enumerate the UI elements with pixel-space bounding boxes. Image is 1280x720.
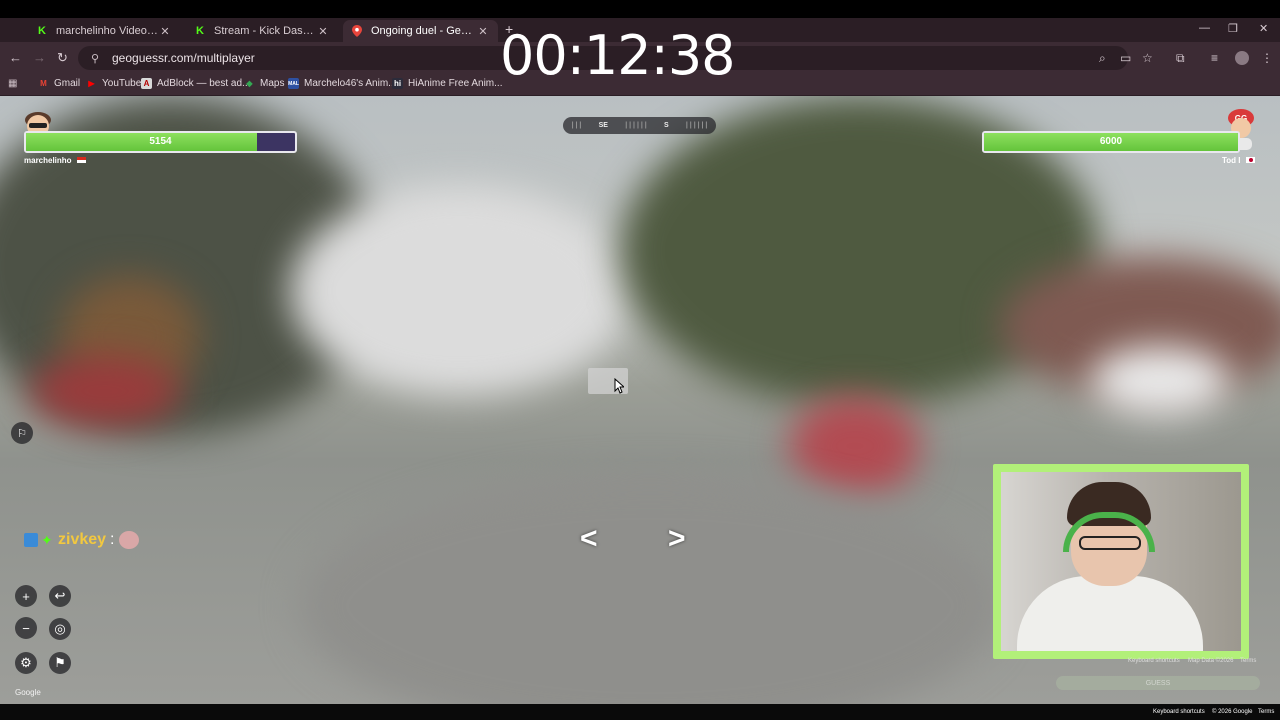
undo-move-button[interactable]: ↩ [49,585,71,607]
player-right-health-bar: 6000 [982,131,1240,153]
tab-title: Ongoing duel - GeoGuessr [371,25,476,37]
road-surface [300,476,1000,704]
nav-arrow-left[interactable]: < [580,522,598,556]
bookmark-star-icon[interactable]: ☆ [1142,51,1153,65]
close-tab-icon[interactable]: ✕ [476,25,490,38]
mal-icon: MAL [288,78,299,89]
webcam-overlay [993,464,1249,659]
red-car-road [790,396,920,496]
tab-title: Stream - Kick Dashboard [214,25,316,37]
gmail-icon: M [40,79,47,88]
close-tab-icon[interactable]: ✕ [316,25,330,38]
player-left-health-bar: 5154 [24,131,297,153]
player-right-name-text: Tod I [1222,156,1241,165]
tab-geoguessr[interactable]: Ongoing duel - GeoGuessr ✕ [343,20,498,42]
compass-se: SE [598,122,608,129]
chat-separator: : [110,531,115,548]
chat-emote-icon [118,531,139,549]
bookmark-label: Marchelo46's Anim... [304,78,397,89]
menu-icon[interactable]: ⋮ [1261,51,1273,65]
zoom-out-button[interactable]: − [15,617,37,639]
terms-link[interactable]: Terms [1258,709,1274,715]
compass-tick: | | | | | | [625,122,647,129]
back-arrow-icon[interactable]: ← [9,50,22,65]
white-van [1090,346,1230,416]
keyboard-shortcuts-link[interactable]: Keyboard shortcuts [1153,709,1205,715]
apps-grid-icon[interactable]: ▦ [8,78,17,89]
site-info-icon[interactable]: ⚲ [86,52,104,65]
map-terms-link[interactable]: Terms [1240,658,1256,664]
youtube-icon: ▶ [88,79,95,88]
bookmark-mal[interactable]: MAL Marchelo46's Anim... [288,78,397,89]
guess-button[interactable]: GUESS [1056,676,1260,690]
player-left-name-text: marchelinho [24,156,72,165]
report-icon[interactable]: ⚐ [11,422,33,444]
stream-timer: 00:12:38 [500,24,736,87]
bookmark-label: HiAnime Free Anim... [408,78,503,89]
close-tab-icon[interactable]: ✕ [158,25,172,38]
bookmark-hianime[interactable]: hi HiAnime Free Anim... [392,78,502,89]
kick-icon: K [38,25,46,37]
compass: | | | SE | | | | | | S | | | | | | [563,117,716,134]
zoom-in-button[interactable]: + [15,585,37,607]
nav-arrow-right[interactable]: > [668,522,686,556]
google-logo: Google [15,688,41,697]
extensions-icon[interactable]: ⧉ [1176,51,1185,66]
flag-button[interactable]: ⚑ [49,652,71,674]
profile-avatar[interactable] [1235,51,1249,65]
kick-icon: K [196,25,204,37]
tab-title: marchelinho Videos - Watch Cl [56,25,158,37]
adblock-icon: A [141,78,152,89]
player-right-score: 6000 [1099,136,1123,147]
close-window-icon[interactable]: ✕ [1259,22,1268,35]
reload-icon[interactable]: ↻ [57,50,68,66]
geoguessr-pin-icon [351,25,363,37]
chat-username: zivkey [58,531,107,548]
copyright-text: © 2026 Google [1212,709,1253,715]
chat-message: ✦ zivkey : [24,531,139,549]
compass-s: S [663,122,669,129]
compass-tick: | | | | | | [685,122,708,129]
forward-arrow-icon[interactable]: → [33,50,46,65]
tab-kick-dashboard[interactable]: K Stream - Kick Dashboard ✕ [186,20,338,42]
bookmark-label: AdBlock — best ad... [157,78,251,89]
hianime-icon: hi [392,78,403,89]
flag-icon [76,157,86,163]
player-right-name: Tod I [1222,156,1255,165]
flag-icon [1245,157,1255,163]
bookmark-label: Gmail [54,78,81,89]
bottom-attribution-bar: Keyboard shortcuts © 2026 Google Terms [0,704,1280,720]
zoom-icon[interactable]: ⌕ [1099,51,1106,66]
red-car-left [30,356,180,426]
bookmark-label: YouTube [102,78,142,89]
mouse-cursor-icon [614,378,624,394]
restore-icon[interactable]: ❐ [1228,22,1238,35]
map-keyboard-shortcuts[interactable]: Keyboard shortcuts [1128,658,1180,664]
screen: ▼ K marchelinho Videos - Watch Cl ✕ K St… [0,0,1280,720]
settings-button[interactable]: ⚙ [15,652,37,674]
bookmark-maps[interactable]: ◆ Maps [244,78,284,89]
bookmark-gmail[interactable]: M Gmail [38,78,80,89]
white-building [290,186,630,396]
return-to-start-button[interactable]: ◎ [49,618,71,640]
tab-marchelinho-videos[interactable]: K marchelinho Videos - Watch Cl ✕ [28,20,180,42]
sparkle-badge-icon: ✦ [41,531,53,548]
map-data-text: Map Data ©2026 [1188,658,1234,664]
cast-icon[interactable]: ▭ [1120,51,1131,65]
minimize-icon[interactable]: — [1199,22,1210,34]
subscriber-badge-icon [24,533,38,547]
chat-badges: ✦ [24,531,58,549]
player-left-score: 5154 [149,136,172,147]
player-left-name: marchelinho [24,156,86,165]
bookmark-youtube[interactable]: ▶ YouTube [86,78,141,89]
bookmark-adblock[interactable]: A AdBlock — best ad... [141,78,250,89]
compass-tick: | | | [571,122,582,129]
bookmark-label: Maps [260,78,285,89]
url-text: geoguessr.com/multiplayer [112,51,255,65]
maps-icon: ◆ [246,79,253,88]
media-control-icon[interactable]: ≡ [1211,51,1218,65]
